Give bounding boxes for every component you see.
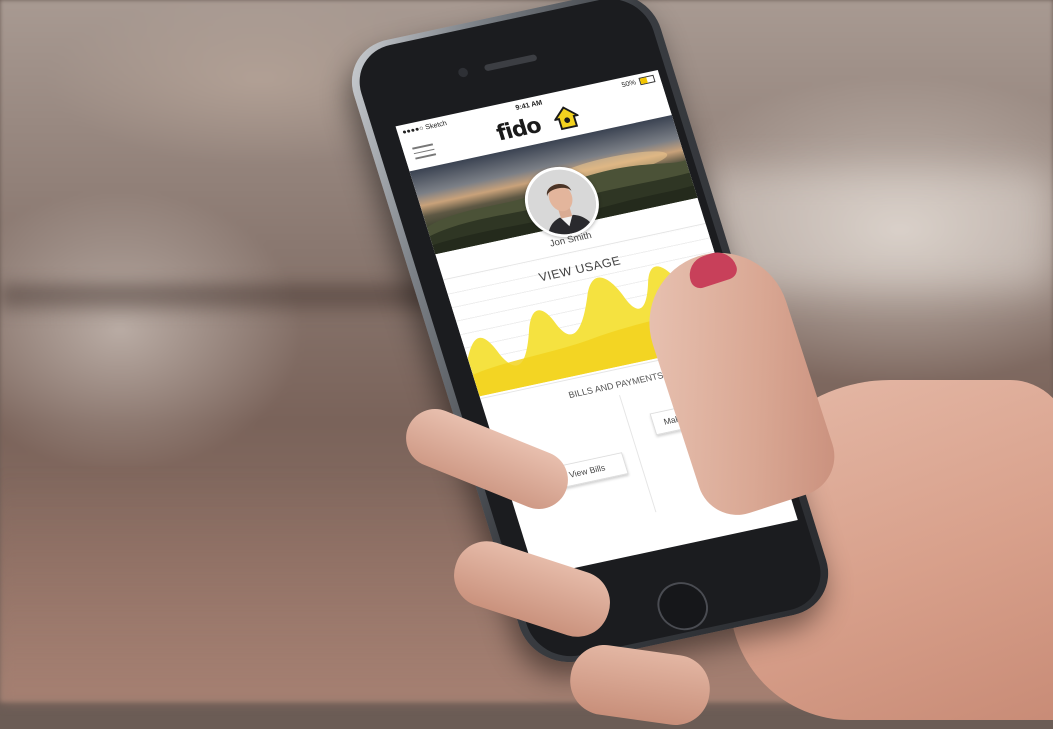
earpiece-speaker — [483, 54, 538, 72]
photo-scene: ●●●●○ Sketch 9:41 AM 50% fido Jon Smith … — [0, 0, 1053, 729]
hamburger-menu-icon[interactable] — [412, 143, 437, 160]
house-icon — [553, 106, 581, 131]
fido-logo: fido — [493, 106, 581, 147]
logo-wordmark: fido — [493, 113, 544, 146]
front-camera-icon — [457, 67, 470, 78]
home-button[interactable] — [651, 577, 715, 635]
